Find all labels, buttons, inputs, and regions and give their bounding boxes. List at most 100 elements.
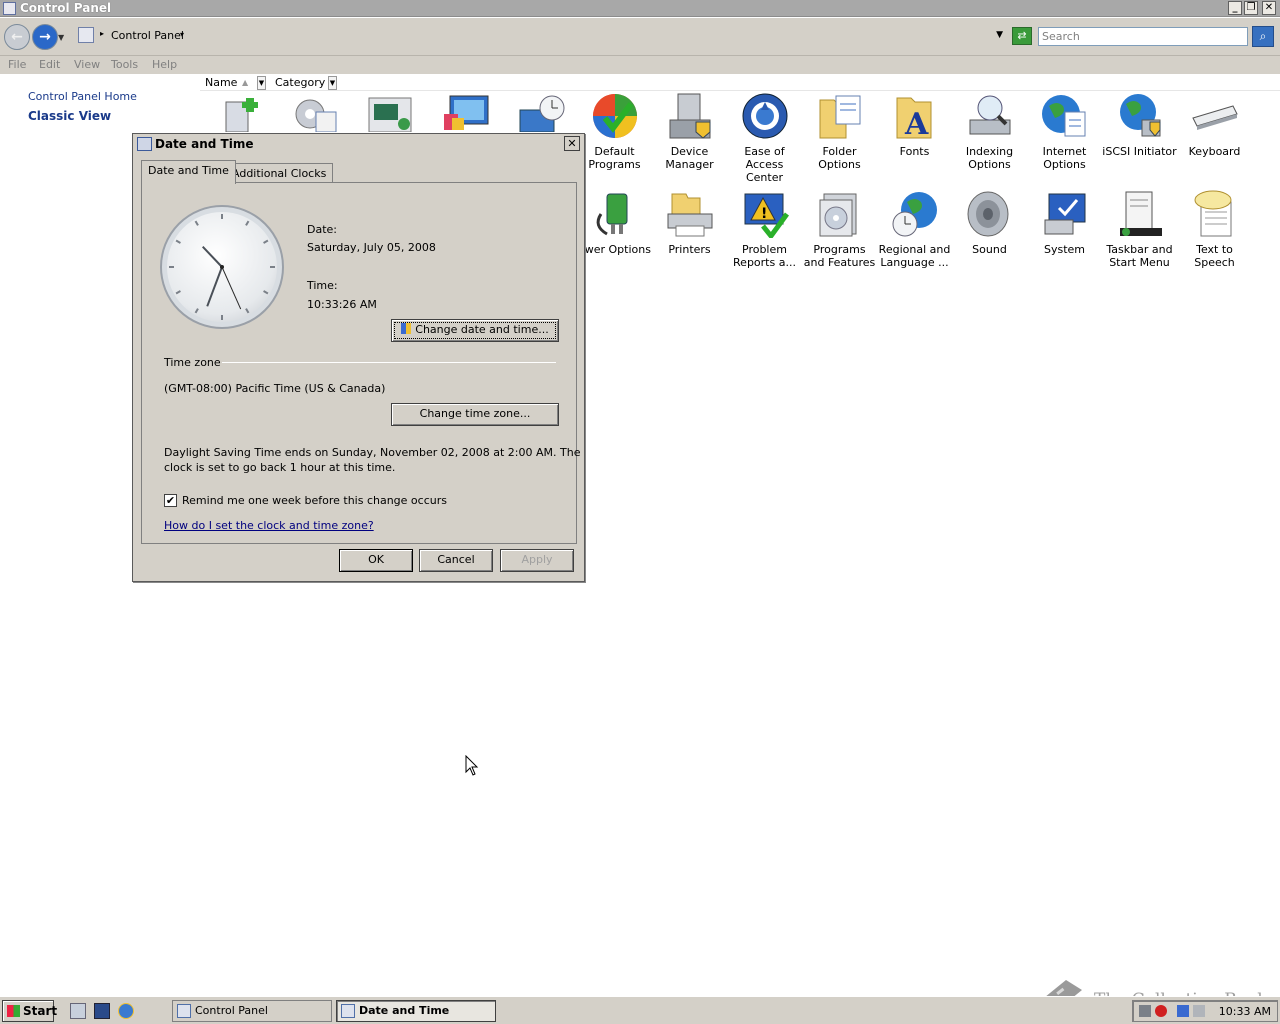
item-label: Sound: [972, 243, 1007, 256]
item-label: Folder Options: [818, 145, 861, 171]
sound-icon: [966, 190, 1014, 238]
indexing-options-item[interactable]: Indexing Options: [952, 92, 1027, 171]
server-manager-icon[interactable]: [70, 1003, 86, 1019]
timezone-value: (GMT-08:00) Pacific Time (US & Canada): [164, 382, 386, 395]
cancel-button[interactable]: Cancel: [419, 549, 493, 572]
taskbar-date-and-time[interactable]: Date and Time: [336, 1000, 496, 1022]
minimize-button[interactable]: _: [1228, 1, 1242, 15]
close-button[interactable]: ✕: [1262, 1, 1276, 15]
forward-arrow-icon: →: [39, 29, 51, 45]
power-options-item[interactable]: ower Options: [577, 190, 652, 256]
menu-help[interactable]: Help: [152, 58, 177, 71]
device-manager-item[interactable]: Device Manager: [652, 92, 727, 171]
taskbar: Start Control Panel Date and Time 10:33 …: [0, 996, 1280, 1024]
internet-options-item[interactable]: Internet Options: [1027, 92, 1102, 171]
forward-button[interactable]: →: [32, 24, 58, 50]
internet-options-icon: [1041, 92, 1089, 140]
add-hardware-icon[interactable]: [224, 96, 266, 133]
color-management-icon[interactable]: [442, 94, 490, 132]
menu-view[interactable]: View: [74, 58, 100, 71]
security-alert-icon[interactable]: [1155, 1005, 1167, 1017]
item-label: ower Options: [578, 243, 651, 256]
control-panel-icon: [3, 2, 16, 15]
internet-explorer-icon[interactable]: [118, 1003, 134, 1019]
restore-button[interactable]: ❐: [1244, 1, 1258, 15]
mouse-cursor-icon: [465, 754, 479, 780]
show-desktop-icon[interactable]: [94, 1003, 110, 1019]
refresh-button[interactable]: ⇄: [1012, 27, 1032, 45]
control-panel-small-icon: [177, 1004, 191, 1018]
address-bar[interactable]: ▸ Control Panel ▾ ▼: [74, 26, 1006, 46]
date-label: Date:: [307, 223, 337, 236]
tab-additional-clocks[interactable]: Additional Clocks: [225, 163, 334, 182]
control-panel-home-link[interactable]: Control Panel Home: [28, 90, 137, 103]
name-filter-dropdown[interactable]: ▼: [257, 76, 266, 90]
address-dropdown-icon[interactable]: ▼: [996, 30, 1003, 40]
classic-view-link[interactable]: Classic View: [28, 109, 111, 123]
windows-firewall-icon[interactable]: [368, 96, 414, 133]
tab-panel: Date: Saturday, July 05, 2008 Time: 10:3…: [141, 182, 580, 544]
date-and-time-icon[interactable]: [518, 94, 566, 133]
apply-button[interactable]: Apply: [500, 549, 574, 572]
folder-options-item[interactable]: Folder Options: [802, 92, 877, 171]
ok-button[interactable]: OK: [339, 549, 413, 572]
taskbar-clock[interactable]: 10:33 AM: [1219, 1005, 1271, 1018]
system-icon: [1041, 190, 1089, 238]
fonts-item[interactable]: A Fonts: [877, 92, 952, 158]
change-timezone-button[interactable]: Change time zone...: [391, 403, 559, 426]
problem-reports-item[interactable]: ! Problem Reports a...: [727, 190, 802, 269]
administrative-tools-icon[interactable]: [292, 96, 340, 133]
ease-of-access-item[interactable]: Ease of Access Center: [727, 92, 802, 184]
fonts-icon: A: [891, 92, 939, 142]
network-icon[interactable]: [1139, 1005, 1151, 1017]
tab-date-and-time[interactable]: Date and Time: [141, 160, 236, 184]
volume-muted-icon[interactable]: [1193, 1005, 1205, 1017]
column-header-bar: Name ▲ Category: [200, 74, 1280, 91]
system-tray: 10:33 AM: [1132, 1000, 1278, 1022]
programs-features-item[interactable]: Programs and Features: [802, 190, 877, 269]
sound-item[interactable]: Sound: [952, 190, 1027, 256]
search-input[interactable]: Search: [1038, 27, 1248, 46]
menu-tools[interactable]: Tools: [111, 58, 138, 71]
time-value: 10:33:26 AM: [307, 298, 377, 311]
dialog-close-button[interactable]: ✕: [564, 136, 580, 151]
clock-face: [169, 214, 275, 320]
dialog-title-bar[interactable]: Date and Time ✕: [133, 134, 584, 154]
iscsi-initiator-item[interactable]: iSCSI Initiator: [1102, 92, 1177, 158]
remind-checkbox-label[interactable]: Remind me one week before this change oc…: [182, 494, 447, 507]
item-label: Internet Options: [1042, 145, 1087, 171]
category-filter-dropdown[interactable]: ▼: [328, 76, 337, 90]
keyboard-item[interactable]: Keyboard: [1177, 92, 1252, 158]
address-toolbar: ← → ▼ ▸ Control Panel ▾ ▼ ⇄ Search ⌕: [0, 18, 1280, 56]
item-label: Default Programs: [588, 145, 641, 171]
recent-pages-dropdown[interactable]: ▼: [58, 33, 64, 42]
problem-reports-icon: !: [741, 190, 789, 241]
taskbar-start-menu-item[interactable]: Taskbar and Start Menu: [1102, 190, 1177, 269]
analog-clock: [160, 205, 284, 329]
text-to-speech-item[interactable]: Text to Speech: [1177, 190, 1252, 269]
breadcrumb-dropdown-icon[interactable]: ▾: [180, 30, 184, 39]
column-header-name[interactable]: Name: [205, 76, 237, 89]
regional-language-item[interactable]: Regional and Language ...: [877, 190, 952, 269]
change-date-time-button[interactable]: Change date and time...: [391, 319, 559, 342]
printers-item[interactable]: Printers: [652, 190, 727, 256]
breadcrumb-control-panel[interactable]: Control Panel: [111, 29, 184, 42]
help-link[interactable]: How do I set the clock and time zone?: [164, 519, 374, 532]
breadcrumb-separator-icon[interactable]: ▸: [100, 29, 104, 38]
search-button[interactable]: ⌕: [1252, 26, 1274, 47]
svg-text:A: A: [904, 107, 929, 140]
back-button[interactable]: ←: [4, 24, 30, 50]
menu-edit[interactable]: Edit: [39, 58, 60, 71]
window-title: Control Panel: [20, 1, 112, 15]
default-programs-item[interactable]: Default Programs: [577, 92, 652, 171]
start-button[interactable]: Start: [2, 1000, 57, 1022]
remind-checkbox[interactable]: ✔: [164, 494, 177, 507]
device-manager-icon: [666, 92, 714, 140]
system-item[interactable]: System: [1027, 190, 1102, 256]
display-icon[interactable]: [1177, 1005, 1189, 1017]
task-label: Control Panel: [195, 1004, 268, 1017]
menu-file[interactable]: File: [8, 58, 26, 71]
taskbar-control-panel[interactable]: Control Panel: [172, 1000, 332, 1022]
item-label: iSCSI Initiator: [1102, 145, 1177, 158]
column-header-category[interactable]: Category: [275, 76, 325, 89]
